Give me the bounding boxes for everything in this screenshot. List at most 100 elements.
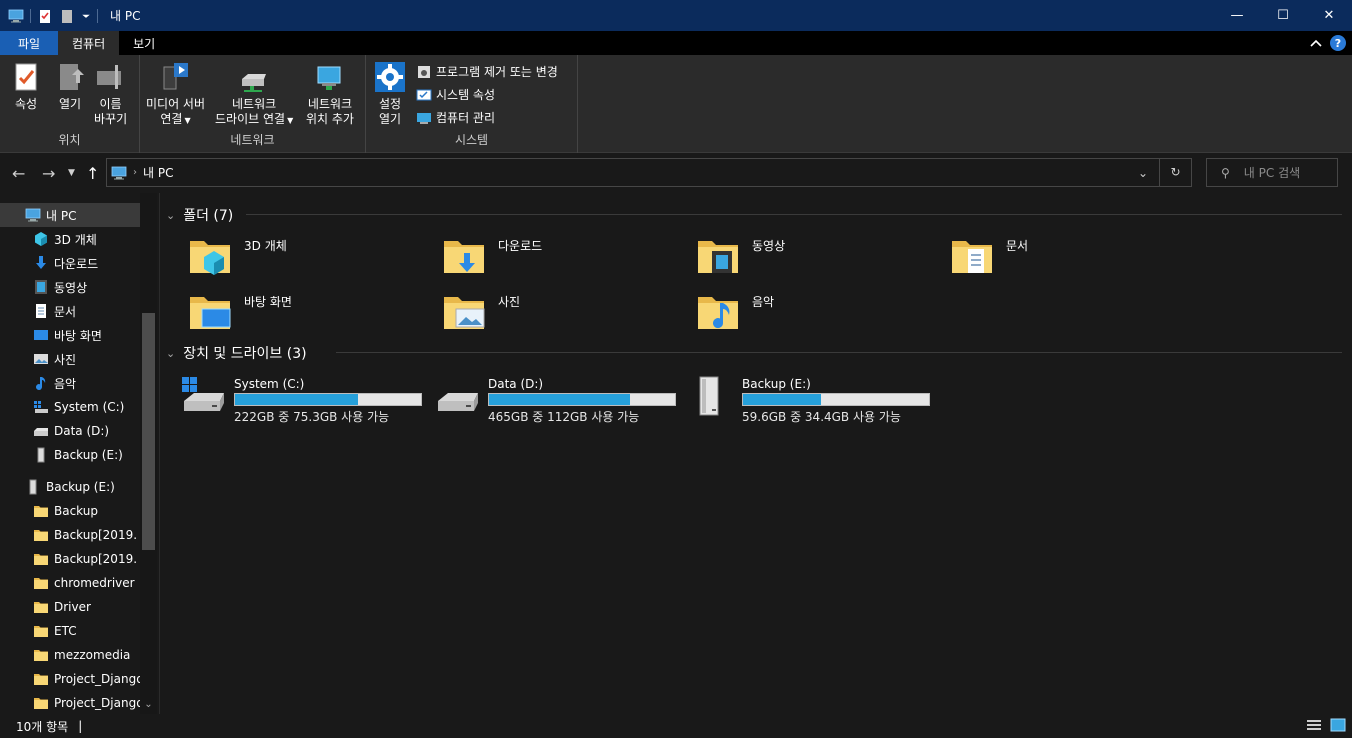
sidebar-item-3d-objects[interactable]: 3D 개체 <box>0 227 140 251</box>
search-input[interactable]: ⚲ 내 PC 검색 <box>1206 158 1338 187</box>
folder-music[interactable]: 음악 <box>694 287 944 337</box>
pc-icon[interactable] <box>8 8 24 24</box>
sidebar-item-label: 3D 개체 <box>54 232 97 247</box>
drives-section-header[interactable]: ⌄ 장치 및 드라이브 (3) <box>166 343 307 363</box>
sidebar-item-backup-drive[interactable]: Backup (E:) <box>0 443 140 467</box>
folder-icon <box>33 671 49 687</box>
folder-pictures[interactable]: 사진 <box>440 287 690 337</box>
drive-backup-e[interactable]: Backup (E:) 59.6GB 중 34.4GB 사용 가능 <box>688 373 938 424</box>
add-location-label-1: 네트워크 <box>307 97 353 111</box>
open-settings-button[interactable]: 설정 열기 <box>374 61 406 127</box>
document-icon <box>36 304 46 318</box>
close-button[interactable]: ✕ <box>1306 0 1352 31</box>
chevron-down-icon[interactable]: ⌄ <box>166 347 175 360</box>
sidebar-item-folder[interactable]: ETC <box>0 619 140 643</box>
refresh-icon[interactable]: ↻ <box>1159 159 1191 186</box>
tab-computer[interactable]: 컴퓨터 <box>58 31 120 55</box>
sidebar-item-this-pc[interactable]: 내 PC <box>0 203 140 227</box>
folder-icon <box>33 623 49 639</box>
sidebar-item-pictures[interactable]: 사진 <box>0 347 140 371</box>
scroll-down-icon[interactable]: ⌄ <box>140 699 157 710</box>
drive-usage-fill <box>235 394 358 405</box>
recent-locations-chevron-icon[interactable]: ▼ <box>68 168 75 178</box>
sidebar-item-label: Backup <box>54 504 98 518</box>
computer-management-icon <box>417 112 431 124</box>
tab-view[interactable]: 보기 <box>119 31 169 55</box>
back-arrow-icon[interactable]: ← <box>12 164 25 183</box>
download-icon <box>36 256 46 269</box>
sidebar-item-folder[interactable]: Backup <box>0 499 140 523</box>
picture-icon <box>34 354 48 364</box>
tab-file[interactable]: 파일 <box>0 31 58 55</box>
sidebar-item-folder[interactable]: Project_Django <box>0 667 140 691</box>
map-drive-connect-label: 드라이브 연결 <box>215 112 286 126</box>
up-arrow-icon[interactable]: ↑ <box>86 164 99 183</box>
rename-button[interactable]: 이름 바꾸기 <box>94 61 127 127</box>
sidebar-item-folder[interactable]: Project_Django_ <box>0 691 140 714</box>
folder-documents[interactable]: 문서 <box>948 231 1198 281</box>
settings-label-1: 설정 <box>378 97 402 111</box>
folder-label: 음악 <box>752 295 775 309</box>
ribbon-group-network: 미디어 서버 연결 ▼ 네트워크 드라이브 연결 ▼ 네트워크 위치 추가 네트워크 <box>140 55 366 153</box>
sidebar-item-folder[interactable]: mezzomedia <box>0 643 140 667</box>
computer-management-button[interactable]: 컴퓨터 관리 <box>416 109 495 126</box>
sidebar-item-folder[interactable]: Driver <box>0 595 140 619</box>
folder-3d-objects[interactable]: 3D 개체 <box>186 231 436 281</box>
help-icon[interactable]: ? <box>1330 35 1346 51</box>
maximize-button[interactable]: ☐ <box>1260 0 1306 31</box>
folder-videos[interactable]: 동영상 <box>694 231 944 281</box>
sidebar-item-documents[interactable]: 문서 <box>0 299 140 323</box>
folders-section-header[interactable]: ⌄ 폴더 (7) <box>166 205 233 225</box>
folder-icon <box>33 599 49 615</box>
chevron-down-icon[interactable]: ⌄ <box>166 209 175 222</box>
system-properties-button[interactable]: 시스템 속성 <box>416 86 495 103</box>
drive-system-c[interactable]: System (C:) 222GB 중 75.3GB 사용 가능 <box>180 373 430 424</box>
sidebar-item-system-drive[interactable]: System (C:) <box>0 395 140 419</box>
section-divider <box>246 214 1342 215</box>
properties-icon[interactable] <box>37 8 53 24</box>
forward-arrow-icon[interactable]: → <box>42 164 55 183</box>
address-history-chevron-icon[interactable]: ⌄ <box>1127 166 1159 180</box>
item-count: 10개 항목 <box>16 719 69 734</box>
details-view-icon[interactable] <box>1306 718 1322 732</box>
new-folder-icon[interactable] <box>59 8 75 24</box>
drive-usage-fill <box>743 394 822 405</box>
sidebar-item-downloads[interactable]: 다운로드 <box>0 251 140 275</box>
uninstall-program-button[interactable]: 프로그램 제거 또는 변경 <box>416 63 558 80</box>
group-label-location: 위치 <box>58 133 81 147</box>
open-button[interactable]: 열기 <box>54 61 86 112</box>
sidebar-scrollbar[interactable]: ⌄ <box>140 193 157 714</box>
sidebar-item-videos[interactable]: 동영상 <box>0 275 140 299</box>
sidebar-item-folder[interactable]: chromedriver <box>0 571 140 595</box>
map-network-drive-button[interactable]: 네트워크 드라이브 연결 ▼ <box>215 61 293 128</box>
address-bar[interactable]: › 내 PC ⌄ ↻ <box>106 158 1192 187</box>
breadcrumb[interactable]: 내 PC <box>143 164 173 181</box>
scrollbar-thumb[interactable] <box>142 313 155 550</box>
group-label-network: 네트워크 <box>230 133 275 147</box>
sidebar-item-folder[interactable]: Backup[2019. 4 <box>0 523 140 547</box>
minimize-button[interactable]: — <box>1214 0 1260 31</box>
sidebar-item-label: Driver <box>54 600 91 614</box>
sidebar-item-label: 음악 <box>54 376 77 391</box>
toolbar-separator <box>30 8 31 23</box>
add-network-location-button[interactable]: 네트워크 위치 추가 <box>306 61 354 127</box>
folder-downloads[interactable]: 다운로드 <box>440 231 690 281</box>
large-icons-view-icon[interactable] <box>1330 718 1346 732</box>
media-server-label-2: 연결 ▼ <box>160 112 190 128</box>
collapse-ribbon-icon[interactable] <box>1310 38 1322 48</box>
properties-button[interactable]: 속성 <box>10 61 42 112</box>
drive-icon <box>34 428 48 436</box>
sidebar-item-desktop[interactable]: 바탕 화면 <box>0 323 140 347</box>
usb-drive-icon <box>37 447 45 463</box>
breadcrumb-chevron-icon[interactable]: › <box>133 167 137 178</box>
folder-desktop[interactable]: 바탕 화면 <box>186 287 436 337</box>
sidebar-item-music[interactable]: 음악 <box>0 371 140 395</box>
sidebar-item-data-drive[interactable]: Data (D:) <box>0 419 140 443</box>
drive-data-d[interactable]: Data (D:) 465GB 중 112GB 사용 가능 <box>434 373 684 424</box>
sidebar-item-folder[interactable]: Backup[2019. 7 <box>0 547 140 571</box>
chevron-down-icon[interactable] <box>81 8 91 24</box>
sidebar-item-label: Backup[2019. 4 <box>54 528 140 542</box>
window-title: 내 PC <box>110 9 141 23</box>
sidebar-item-backup-drive-root[interactable]: Backup (E:) <box>0 475 140 499</box>
media-server-button[interactable]: 미디어 서버 연결 ▼ <box>146 61 205 128</box>
